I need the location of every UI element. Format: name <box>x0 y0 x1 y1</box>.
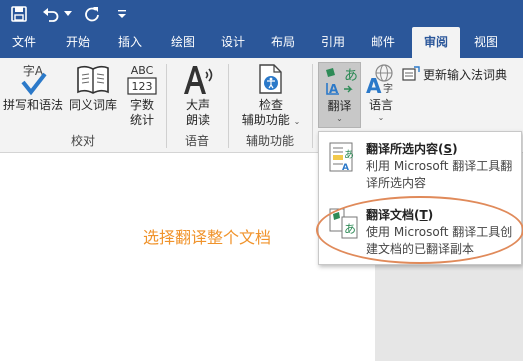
customize-qat-icon <box>118 9 126 18</box>
translate-icon-letter: A <box>329 82 339 96</box>
thesaurus-label: 同义词库 <box>68 98 117 112</box>
translate-selection-title: 翻译所选内容(S) <box>366 140 458 157</box>
check-accessibility-button[interactable]: 检查 辅助功能 ⌄ <box>234 62 308 129</box>
tab-references[interactable]: 引用 <box>313 27 353 58</box>
annotation-text: 选择翻译整个文档 <box>143 228 272 247</box>
spelling-icon-text: 字A <box>23 63 44 78</box>
book-icon <box>76 62 110 96</box>
save-icon <box>11 5 27 22</box>
tab-view[interactable]: 视图 <box>466 27 506 58</box>
undo-dropdown[interactable] <box>62 0 74 27</box>
spelling-grammar-button[interactable]: 字A 拼写和语法 <box>2 62 64 113</box>
check-accessibility-label-1: 检查 <box>258 98 283 112</box>
tab-mailings[interactable]: 邮件 <box>363 27 403 58</box>
word-count-label-1: 字数 <box>129 98 154 112</box>
translate-selection-title-end: ) <box>452 142 458 156</box>
language-icon-letter: A <box>366 74 382 96</box>
tab-insert[interactable]: 插入 <box>110 27 150 58</box>
word-count-button[interactable]: ABC 123 字数 统计 <box>122 62 162 128</box>
translate-icon: あ A <box>323 63 357 97</box>
word-count-icon-abc: ABC <box>131 64 154 77</box>
language-icon-glyph: 字 <box>383 82 393 95</box>
tab-design[interactable]: 设计 <box>213 27 253 58</box>
update-ime-dictionary-label: 更新输入法词典 <box>423 67 508 82</box>
chevron-down-icon: ⌄ <box>336 114 343 123</box>
dictionary-update-icon <box>402 66 420 81</box>
customize-qat-button[interactable] <box>114 0 130 27</box>
undo-icon <box>43 7 59 22</box>
spelling-grammar-label: 拼写和语法 <box>2 98 63 112</box>
chevron-down-icon: ⌄ <box>377 113 385 122</box>
translate-selection-desc: 利用 Microsoft 翻译工具翻译所选内容 <box>366 159 513 190</box>
spelling-check-icon: 字A <box>16 62 50 96</box>
language-icon: A 字 <box>364 62 398 96</box>
group-label-accessibility: 辅助功能 <box>245 134 294 148</box>
group-label-speech: 语音 <box>184 134 209 148</box>
read-aloud-icon <box>181 62 215 96</box>
update-ime-dictionary-button[interactable]: 更新输入法词典 <box>402 64 507 84</box>
tab-file[interactable]: 文件 <box>6 27 42 58</box>
tab-home[interactable]: 开始 <box>58 27 98 58</box>
language-label: 语言 <box>368 98 393 112</box>
group-label-proofing: 校对 <box>70 134 95 148</box>
tab-draw[interactable]: 绘图 <box>163 27 203 58</box>
undo-button[interactable] <box>38 0 64 27</box>
read-aloud-label-1: 大声 <box>185 98 210 112</box>
read-aloud-label-2: 朗读 <box>185 113 210 127</box>
redo-icon <box>85 6 99 21</box>
language-button[interactable]: A 字 语言 ⌄ <box>362 62 400 123</box>
translate-icon-glyph: あ <box>344 68 357 84</box>
translate-selection-letter: A <box>342 163 349 173</box>
translate-selection-glyph: あ <box>344 149 354 161</box>
title-bar <box>0 0 523 27</box>
tab-review[interactable]: 审阅 <box>412 27 460 58</box>
highlight-ellipse <box>316 196 523 264</box>
redo-button[interactable] <box>80 0 104 27</box>
translate-label: 翻译 <box>327 99 352 113</box>
translate-selection-accesskey: S <box>443 142 453 156</box>
chevron-down-icon: ⌄ <box>293 117 301 126</box>
tab-layout[interactable]: 布局 <box>263 27 303 58</box>
check-accessibility-label-text: 辅助功能 <box>241 113 290 127</box>
chevron-down-icon <box>64 10 72 16</box>
translate-button[interactable]: あ A 翻译 ⌄ <box>318 62 361 128</box>
thesaurus-button[interactable]: 同义词库 <box>64 62 122 113</box>
check-accessibility-label-2: 辅助功能 ⌄ <box>242 113 301 129</box>
translate-selection-title-text: 翻译所选内容( <box>366 142 444 156</box>
translate-selection-icon: あ A <box>329 142 359 178</box>
word-count-icon: ABC 123 <box>126 62 158 96</box>
ribbon-tab-bar: 文件 开始 插入 绘图 设计 布局 引用 邮件 审阅 视图 <box>0 27 523 58</box>
word-count-icon-num: 123 <box>132 80 153 93</box>
read-aloud-button[interactable]: 大声 朗读 <box>172 62 224 128</box>
word-count-label-2: 统计 <box>129 113 154 127</box>
save-button[interactable] <box>4 0 34 27</box>
accessibility-icon <box>254 62 288 96</box>
translate-selection-item[interactable]: あ A 翻译所选内容(S) 利用 Microsoft 翻译工具翻译所选内容 <box>319 134 521 196</box>
group-separator <box>312 64 313 148</box>
